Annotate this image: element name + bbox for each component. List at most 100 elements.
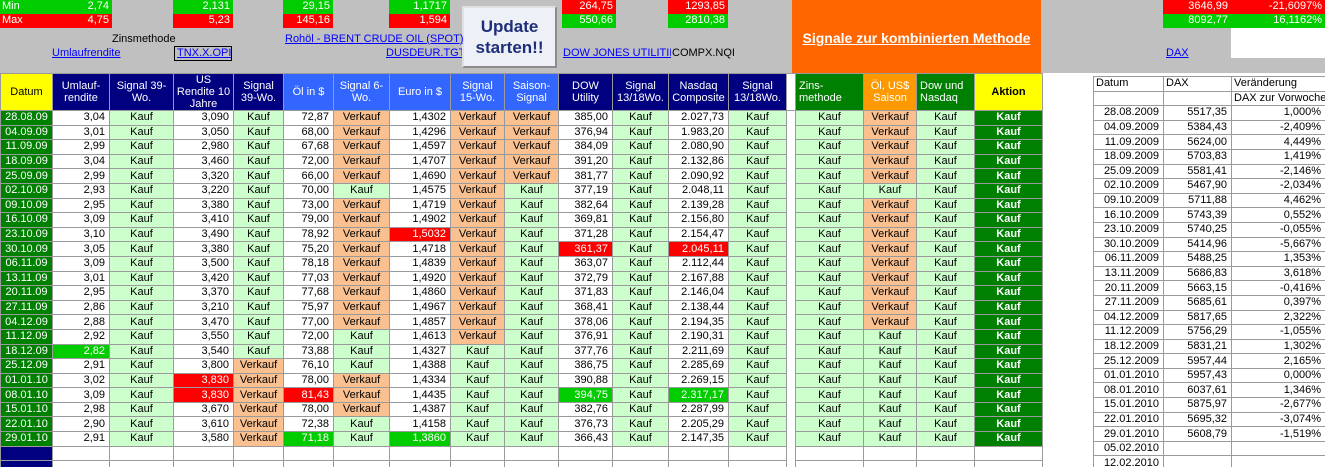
signal-cell[interactable]: Kauf (728, 110, 787, 126)
value-cell[interactable]: 384,09 (558, 139, 613, 155)
signal-cell[interactable]: Kauf (504, 416, 559, 433)
value-cell[interactable]: 1,4388 (389, 358, 451, 374)
signal-cell[interactable]: Kauf (916, 241, 975, 257)
aktion-cell[interactable]: Kauf (974, 416, 1043, 433)
date-cell[interactable]: 23.10.09 (0, 226, 53, 243)
signal-cell[interactable]: Kauf (795, 372, 864, 389)
value-cell[interactable]: 2.147,35 (668, 431, 729, 447)
signal-cell[interactable]: Kauf (863, 182, 917, 199)
value-cell[interactable]: 2.045,11 (668, 241, 729, 257)
date-cell[interactable]: 29.01.10 (0, 431, 53, 447)
signal-cell[interactable]: Kauf (612, 401, 669, 418)
empty-cell[interactable] (450, 460, 505, 467)
signal-cell[interactable]: Kauf (233, 110, 284, 126)
signal-cell[interactable]: Kauf (916, 110, 975, 126)
signal-cell[interactable]: Kauf (795, 139, 864, 155)
value-cell[interactable]: 376,94 (558, 124, 613, 141)
signal-cell[interactable]: Kauf (728, 431, 787, 447)
signal-cell[interactable]: Kauf (450, 387, 505, 403)
empty-cell[interactable] (333, 460, 390, 467)
signal-cell[interactable]: Kauf (916, 387, 975, 403)
signal-cell[interactable]: Kauf (795, 197, 864, 214)
value-cell[interactable]: 3,09 (52, 387, 110, 403)
date-cell[interactable]: 28.08.09 (0, 110, 53, 126)
value-cell[interactable]: 369,81 (558, 212, 613, 228)
value-cell[interactable]: 2.146,04 (668, 285, 729, 301)
value-cell[interactable]: 3,800 (173, 358, 234, 374)
signal-cell[interactable]: Kauf (504, 255, 559, 272)
value-cell[interactable]: 1,4387 (389, 401, 451, 418)
value-cell[interactable]: 3,02 (52, 372, 110, 389)
signal-cell[interactable]: Kauf (450, 343, 505, 360)
value-cell[interactable]: 2.139,28 (668, 197, 729, 214)
signal-cell[interactable]: Kauf (612, 139, 669, 155)
dax-value-cell[interactable]: 5581,41 (1163, 163, 1232, 180)
signal-cell[interactable]: Verkauf (450, 226, 505, 243)
value-cell[interactable]: 2,980 (173, 139, 234, 155)
dax-change-cell[interactable]: -2,677% (1231, 397, 1325, 413)
signal-cell[interactable]: Kauf (109, 416, 174, 433)
value-cell[interactable]: 73,88 (283, 343, 334, 360)
signal-cell[interactable]: Kauf (109, 372, 174, 389)
value-cell[interactable]: 3,04 (52, 110, 110, 126)
value-cell[interactable]: 1,4296 (389, 124, 451, 141)
value-cell[interactable]: 361,37 (558, 241, 613, 257)
dax-change-cell[interactable]: 1,346% (1231, 382, 1325, 399)
signal-cell[interactable]: Verkauf (450, 314, 505, 330)
value-cell[interactable]: 1,4690 (389, 168, 451, 184)
signal-cell[interactable]: Kauf (863, 401, 917, 418)
value-cell[interactable]: 2.138,44 (668, 299, 729, 316)
dax-value-cell[interactable]: 5756,29 (1163, 324, 1232, 340)
value-cell[interactable]: 391,20 (558, 153, 613, 170)
signal-cell[interactable]: Kauf (795, 270, 864, 287)
value-cell[interactable]: 3,01 (52, 124, 110, 141)
signal-cell[interactable]: Verkauf (233, 431, 284, 447)
signal-cell[interactable]: Kauf (233, 285, 284, 301)
signal-cell[interactable]: Kauf (863, 328, 917, 345)
dax-date-cell[interactable]: 28.08.2009 (1093, 105, 1164, 121)
signal-cell[interactable]: Kauf (795, 431, 864, 447)
dax-date-cell[interactable]: 27.11.2009 (1093, 294, 1164, 311)
signal-cell[interactable]: Verkauf (333, 285, 390, 301)
dax-link[interactable]: DAX (1166, 47, 1206, 61)
signal-cell[interactable]: Kauf (333, 416, 390, 433)
signal-cell[interactable]: Kauf (728, 372, 787, 389)
dax-value-cell[interactable]: 5740,25 (1163, 221, 1232, 238)
signal-cell[interactable]: Kauf (612, 153, 669, 170)
empty-cell[interactable] (795, 445, 864, 462)
signal-cell[interactable]: Kauf (728, 285, 787, 301)
signal-cell[interactable]: Kauf (233, 226, 284, 243)
empty-cell[interactable] (863, 445, 917, 462)
dax-change-cell[interactable]: 3,618% (1231, 265, 1325, 282)
signal-cell[interactable]: Kauf (109, 299, 174, 316)
signal-cell[interactable]: Verkauf (450, 212, 505, 228)
signal-cell[interactable]: Kauf (612, 197, 669, 214)
signal-cell[interactable]: Kauf (233, 182, 284, 199)
signal-cell[interactable]: Kauf (612, 431, 669, 447)
signal-cell[interactable]: Verkauf (863, 255, 917, 272)
value-cell[interactable]: 368,41 (558, 299, 613, 316)
dax-value-cell[interactable]: 5743,39 (1163, 207, 1232, 223)
signal-cell[interactable]: Kauf (233, 241, 284, 257)
value-cell[interactable]: 76,10 (283, 358, 334, 374)
signal-cell[interactable]: Kauf (916, 372, 975, 389)
signal-cell[interactable]: Verkauf (233, 358, 284, 374)
value-cell[interactable]: 372,79 (558, 270, 613, 287)
signal-cell[interactable]: Kauf (233, 328, 284, 345)
value-cell[interactable]: 3,830 (173, 372, 234, 389)
value-cell[interactable]: 1,4857 (389, 314, 451, 330)
signal-cell[interactable]: Kauf (916, 153, 975, 170)
empty-cell[interactable] (728, 460, 787, 467)
signal-cell[interactable]: Kauf (728, 153, 787, 170)
value-cell[interactable]: 3,09 (52, 212, 110, 228)
update-button[interactable]: Update starten!! (462, 6, 557, 68)
value-cell[interactable]: 3,670 (173, 401, 234, 418)
signal-cell[interactable]: Kauf (795, 212, 864, 228)
signal-cell[interactable]: Kauf (109, 182, 174, 199)
aktion-cell[interactable]: Kauf (974, 124, 1043, 141)
value-cell[interactable]: 3,550 (173, 328, 234, 345)
value-cell[interactable]: 75,97 (283, 299, 334, 316)
dax-value-cell[interactable]: 5624,00 (1163, 134, 1232, 150)
signal-cell[interactable]: Kauf (612, 110, 669, 126)
signal-cell[interactable]: Kauf (233, 197, 284, 214)
